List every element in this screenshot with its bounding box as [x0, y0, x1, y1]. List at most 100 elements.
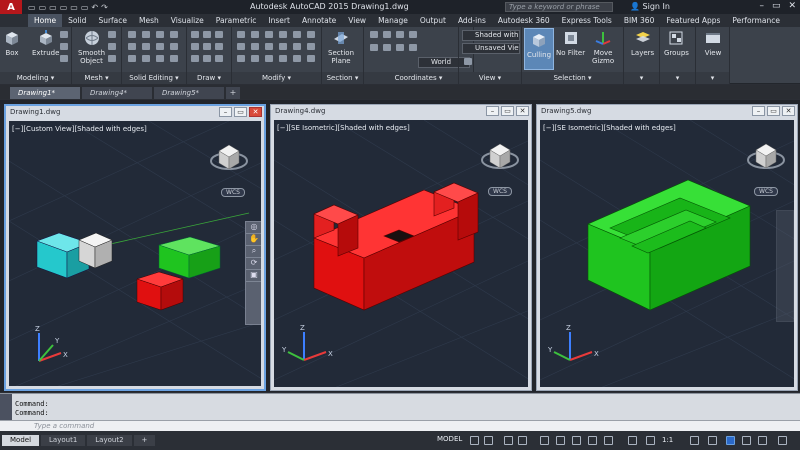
- view-expand[interactable]: ▾: [696, 72, 729, 84]
- tab-express-tools[interactable]: Express Tools: [556, 14, 618, 27]
- layout-tab-layout2[interactable]: Layout2: [87, 435, 132, 446]
- rotate-icon[interactable]: [251, 31, 259, 38]
- fillet-edge-icon[interactable]: [128, 55, 136, 62]
- presspull-icon[interactable]: [60, 43, 68, 50]
- slice-icon[interactable]: [170, 31, 178, 38]
- smooth-object-button[interactable]: Smooth Object: [78, 29, 105, 65]
- erase-icon[interactable]: [279, 43, 287, 50]
- ellipse-icon[interactable]: [215, 55, 223, 62]
- redo-icon[interactable]: ↷: [101, 3, 108, 12]
- panel-label-mesh[interactable]: Mesh ▾: [72, 72, 121, 84]
- model-space-canvas[interactable]: Z X Y [−][Custom View][Shaded with edges…: [9, 121, 261, 386]
- rectangle-icon[interactable]: [203, 43, 211, 50]
- viewcube-icon[interactable]: [746, 134, 786, 174]
- cloud-icon[interactable]: ▭: [70, 3, 78, 12]
- restore-button[interactable]: ▭: [501, 106, 514, 116]
- lineweight-icon[interactable]: [572, 436, 581, 445]
- circle-icon[interactable]: [191, 43, 199, 50]
- command-input[interactable]: Type a command: [0, 420, 800, 431]
- green-solid[interactable]: [158, 236, 221, 279]
- copy-icon[interactable]: [265, 31, 273, 38]
- move-gizmo-button[interactable]: Move Gizmo: [592, 29, 614, 65]
- layers-expand[interactable]: ▾: [624, 72, 659, 84]
- minimize-button[interactable]: –: [219, 107, 232, 117]
- minimize-button[interactable]: –: [486, 106, 499, 116]
- wcs-menu[interactable]: WCS: [488, 187, 512, 196]
- undo-icon[interactable]: ↶: [91, 3, 98, 12]
- navigation-bar[interactable]: [776, 210, 794, 322]
- section-plane-button[interactable]: Section Plane: [328, 29, 354, 65]
- wcs-menu[interactable]: WCS: [221, 188, 245, 197]
- orbit-icon[interactable]: ⟳: [246, 258, 261, 270]
- ucs-view-icon[interactable]: [370, 44, 378, 51]
- model-space-canvas[interactable]: Z X Y [−][SE Isometric][Shaded with edge…: [540, 120, 794, 387]
- pan-icon[interactable]: ✋: [246, 234, 261, 246]
- grid-icon[interactable]: [470, 436, 479, 445]
- minimize-button[interactable]: –: [759, 1, 764, 11]
- layout-tab-model[interactable]: Model: [2, 435, 40, 446]
- model-space-toggle[interactable]: MODEL: [437, 435, 462, 443]
- green-stair-solid[interactable]: [587, 179, 751, 311]
- join-icon[interactable]: [251, 55, 259, 62]
- 3d-move-icon[interactable]: [279, 55, 287, 62]
- add-layout-button[interactable]: +: [133, 435, 156, 446]
- viewcube-icon[interactable]: [209, 135, 249, 175]
- save-icon[interactable]: ▭: [49, 3, 57, 12]
- polysolid-icon[interactable]: [60, 31, 68, 38]
- selection-cycling-icon[interactable]: [604, 436, 613, 445]
- annotation-icon[interactable]: [628, 436, 637, 445]
- wcs-menu[interactable]: WCS: [754, 187, 778, 196]
- panel-label-modeling[interactable]: Modeling ▾: [0, 72, 71, 84]
- groups-button[interactable]: Groups: [664, 29, 689, 57]
- 3d-rotate-icon[interactable]: [293, 55, 301, 62]
- offset-icon[interactable]: [307, 43, 315, 50]
- box-button[interactable]: Box: [3, 29, 21, 57]
- tab-mesh[interactable]: Mesh: [133, 14, 165, 27]
- revolve-icon[interactable]: [60, 55, 68, 62]
- steering-wheel-icon[interactable]: ◎: [246, 222, 261, 234]
- scale-icon[interactable]: [293, 31, 301, 38]
- union-icon[interactable]: [128, 31, 136, 38]
- ucs-world-icon[interactable]: [383, 31, 391, 38]
- app-menu-button[interactable]: A: [0, 0, 22, 14]
- snap-icon[interactable]: [484, 436, 493, 445]
- minimize-button[interactable]: –: [752, 106, 765, 116]
- clean-screen-icon[interactable]: [758, 436, 767, 445]
- zoom-icon[interactable]: ⌕: [246, 246, 261, 258]
- close-button[interactable]: ✕: [782, 106, 795, 116]
- culling-button[interactable]: Culling: [524, 28, 554, 70]
- move-icon[interactable]: [237, 31, 245, 38]
- align-icon[interactable]: [307, 31, 315, 38]
- new-icon[interactable]: ▭: [28, 3, 36, 12]
- tab-bim360[interactable]: BIM 360: [618, 14, 661, 27]
- polar-icon[interactable]: [518, 436, 527, 445]
- isolate-icon[interactable]: [726, 436, 735, 445]
- spline-icon[interactable]: [215, 43, 223, 50]
- break-icon[interactable]: [265, 55, 273, 62]
- ucs-3point-icon[interactable]: [409, 44, 417, 51]
- viewcube-icon[interactable]: [480, 134, 520, 174]
- array-icon[interactable]: [237, 55, 245, 62]
- tab-surface[interactable]: Surface: [92, 14, 133, 27]
- print-icon[interactable]: ▭: [81, 3, 89, 12]
- annotation-visibility-icon[interactable]: [646, 436, 655, 445]
- arc-icon[interactable]: [215, 31, 223, 38]
- mesh-icon-3[interactable]: [108, 55, 116, 62]
- workspace-icon[interactable]: [690, 436, 699, 445]
- tab-output[interactable]: Output: [414, 14, 452, 27]
- tab-parametric[interactable]: Parametric: [210, 14, 263, 27]
- ortho-icon[interactable]: [504, 436, 513, 445]
- mesh-icon-2[interactable]: [108, 43, 116, 50]
- offset-edge-icon[interactable]: [156, 55, 164, 62]
- viewport-config-icon[interactable]: [464, 58, 472, 65]
- osnap-icon[interactable]: [540, 436, 549, 445]
- taper-icon[interactable]: [170, 55, 178, 62]
- customization-icon[interactable]: [778, 436, 787, 445]
- visual-style-dropdown[interactable]: Shaded with e...: [462, 30, 520, 41]
- doc-tab-drawing1[interactable]: Drawing1*: [10, 87, 80, 99]
- ucs-face-icon[interactable]: [396, 44, 404, 51]
- annotation-scale[interactable]: 1:1: [662, 436, 673, 444]
- tab-performance[interactable]: Performance: [726, 14, 786, 27]
- tab-insert[interactable]: Insert: [262, 14, 296, 27]
- panel-label-selection[interactable]: Selection ▾: [522, 72, 623, 84]
